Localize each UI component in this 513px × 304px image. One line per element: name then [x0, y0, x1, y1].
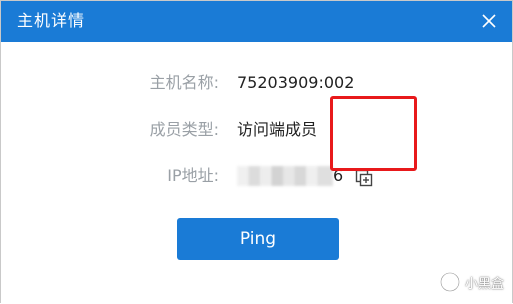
annotation-highlight-box — [330, 96, 417, 171]
host-details-dialog: 主机详情 主机名称: 75203909:002 成员类型: 访问端成员 IP地址… — [0, 0, 513, 304]
host-name-row: 主机名称: 75203909:002 — [1, 71, 512, 95]
ping-button[interactable]: Ping — [177, 218, 339, 260]
dialog-title: 主机详情 — [17, 11, 86, 30]
dialog-titlebar: 主机详情 — [1, 1, 512, 42]
watermark-text: 小黑盒 — [464, 276, 504, 292]
host-name-value: 75203909:002 — [237, 73, 355, 92]
ip-address-label: IP地址: — [167, 166, 219, 185]
ip-address-redacted — [237, 166, 333, 186]
member-type-label: 成员类型: — [149, 120, 219, 139]
close-button[interactable] — [478, 10, 500, 32]
watermark-logo-icon — [439, 272, 460, 292]
member-type-value: 访问端成员 — [237, 120, 318, 139]
host-name-label: 主机名称: — [149, 73, 219, 92]
watermark: 小黑盒 — [439, 270, 504, 294]
close-icon — [482, 14, 496, 28]
member-type-row: 成员类型: 访问端成员 — [1, 118, 512, 142]
ip-address-row: IP地址: 6 — [1, 164, 512, 188]
dialog-content: 主机名称: 75203909:002 成员类型: 访问端成员 IP地址: 6 P… — [1, 42, 512, 304]
